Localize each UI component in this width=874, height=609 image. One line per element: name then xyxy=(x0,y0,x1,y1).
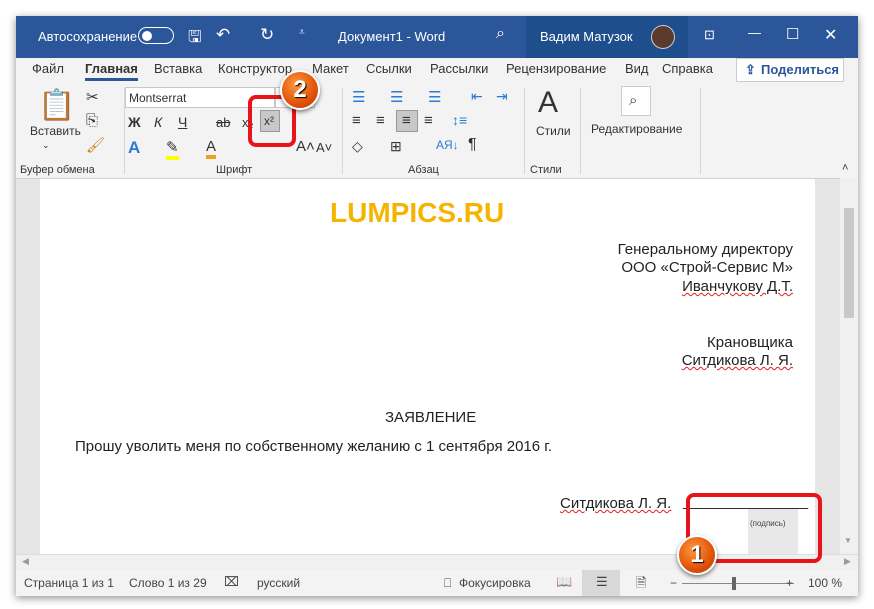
title-bar: Автосохранение 🖫 ↶ ↻ ⩡ Документ1 - Word … xyxy=(16,16,858,58)
shading-icon[interactable]: ◇ xyxy=(352,138,363,155)
strikethrough-button[interactable]: ab xyxy=(216,115,230,130)
paste-icon[interactable]: 📋 xyxy=(38,88,75,123)
save-icon[interactable]: 🖫 xyxy=(188,26,202,53)
increase-indent-icon[interactable]: ⇥ xyxy=(496,88,508,105)
align-right-button[interactable]: ≡ xyxy=(396,110,418,132)
close-icon[interactable]: ✕ xyxy=(824,25,837,45)
styles-button[interactable]: Стили xyxy=(536,124,571,138)
customize-icon[interactable]: ⩡ xyxy=(299,27,305,38)
document-title: Документ1 - Word xyxy=(338,29,446,44)
underline-button[interactable]: Ч xyxy=(178,114,187,130)
tab-help[interactable]: Справка xyxy=(662,61,713,76)
addressee-line: Генеральному директору xyxy=(617,241,793,258)
sort-icon[interactable]: AЯ↓ xyxy=(436,138,459,152)
ribbon-display-icon[interactable]: ⊡ xyxy=(704,27,715,43)
align-left-icon[interactable]: ≡ xyxy=(352,112,361,129)
zoom-in-button[interactable]: + xyxy=(786,576,793,590)
language[interactable]: русский xyxy=(257,576,300,590)
from-line: Ситдикова Л. Я. xyxy=(681,352,793,369)
read-mode-icon[interactable]: 📖 xyxy=(556,574,572,590)
group-styles: Стили xyxy=(530,164,562,176)
redo-icon[interactable]: ↻ xyxy=(260,25,274,45)
tab-home[interactable]: Главная xyxy=(85,61,138,81)
autosave-label: Автосохранение xyxy=(38,29,138,44)
account-area[interactable]: Вадим Матузок xyxy=(526,16,688,58)
minimize-icon[interactable]: — xyxy=(748,25,761,40)
group-font: Шрифт xyxy=(216,164,253,176)
vertical-scrollbar[interactable]: ▼ xyxy=(840,178,858,554)
align-center-icon[interactable]: ≡ xyxy=(376,112,385,129)
justify-icon[interactable]: ≡ xyxy=(424,112,433,129)
numbering-icon[interactable]: ☰ xyxy=(390,88,403,106)
proofing-icon[interactable]: ⌧ xyxy=(224,574,239,590)
italic-button[interactable]: К xyxy=(154,114,162,130)
undo-icon[interactable]: ↶ xyxy=(216,25,230,45)
ribbon: 📋 Вставить ⌄ ✂ ⎘ 🖌 Буфер обмена Montserr… xyxy=(20,86,849,176)
format-painter-icon[interactable]: 🖌 xyxy=(86,136,105,154)
font-color-icon[interactable]: A xyxy=(206,138,217,159)
zoom-level[interactable]: 100 % xyxy=(808,576,842,590)
focus-icon[interactable]: ⎕ xyxy=(444,576,451,591)
user-name: Вадим Матузок xyxy=(540,29,633,44)
status-bar: Страница 1 из 1 Слово 1 из 29 ⌧ русский … xyxy=(16,570,858,596)
line-spacing-icon[interactable]: ↕≡ xyxy=(452,112,467,128)
find-button[interactable]: ⌕ xyxy=(621,86,651,116)
share-button[interactable]: ⇪ Поделиться xyxy=(736,58,844,82)
from-line: Крановщика xyxy=(707,334,793,351)
autosave-toggle[interactable] xyxy=(138,27,174,44)
group-clipboard: Буфер обмена xyxy=(20,164,95,176)
text-effects-icon[interactable]: A xyxy=(128,138,140,158)
word-count[interactable]: Слово 1 из 29 xyxy=(129,576,207,590)
cut-icon[interactable]: ✂ xyxy=(86,88,99,106)
ribbon-tabs: Файл Главная Вставка Конструктор Макет С… xyxy=(16,58,858,84)
decrease-indent-icon[interactable]: ⇤ xyxy=(471,88,483,105)
print-layout-button[interactable]: ☰ xyxy=(582,570,620,596)
watermark-logo: LUMPICS.RU xyxy=(330,197,505,228)
addressee-line: ООО «Строй-Сервис М» xyxy=(621,259,793,276)
search-icon[interactable]: ⌕ xyxy=(496,25,505,43)
shrink-font-icon[interactable]: A˅ xyxy=(316,140,332,155)
tab-layout[interactable]: Макет xyxy=(312,61,349,76)
tab-mailings[interactable]: Рассылки xyxy=(430,61,488,76)
document-body: Прошу уволить меня по собственному желан… xyxy=(75,438,553,455)
styles-icon[interactable]: A xyxy=(538,86,558,120)
avatar xyxy=(651,25,675,49)
tab-insert[interactable]: Вставка xyxy=(154,61,202,76)
group-paragraph: Абзац xyxy=(408,164,439,176)
tab-review[interactable]: Рецензирование xyxy=(506,61,606,76)
zoom-out-button[interactable]: − xyxy=(670,576,677,590)
tab-design[interactable]: Конструктор xyxy=(218,61,292,76)
page-count[interactable]: Страница 1 из 1 xyxy=(24,576,114,590)
multilevel-icon[interactable]: ☰ xyxy=(428,88,441,106)
addressee-line: Иванчукову Д.Т. xyxy=(682,278,793,295)
collapse-ribbon-icon[interactable]: ˄ xyxy=(842,162,848,174)
signature-name: Ситдикова Л. Я. xyxy=(560,495,672,512)
maximize-icon[interactable]: ☐ xyxy=(786,25,799,43)
paste-button[interactable]: Вставить xyxy=(30,124,81,138)
borders-icon[interactable]: ⊞ xyxy=(390,138,402,155)
tab-file[interactable]: Файл xyxy=(32,61,64,76)
zoom-slider[interactable] xyxy=(682,577,794,590)
focus-button[interactable]: Фокусировка xyxy=(459,576,531,590)
step-2-badge: 2 xyxy=(280,70,320,110)
grow-font-icon[interactable]: A˄ xyxy=(296,138,315,155)
step-1-badge: 1 xyxy=(677,535,717,575)
document-heading: ЗАЯВЛЕНИЕ xyxy=(385,409,477,426)
copy-icon[interactable]: ⎘ xyxy=(86,112,98,129)
bullets-icon[interactable]: ☰ xyxy=(352,88,365,106)
editing-button[interactable]: Редактирование xyxy=(591,122,682,136)
bold-button[interactable]: Ж xyxy=(128,114,141,130)
web-layout-icon[interactable]: 🗎 xyxy=(636,574,646,596)
pilcrow-button[interactable]: ¶ xyxy=(468,136,477,154)
tab-references[interactable]: Ссылки xyxy=(366,61,412,76)
tab-view[interactable]: Вид xyxy=(625,61,649,76)
highlight-icon[interactable]: ✎ xyxy=(166,138,179,160)
